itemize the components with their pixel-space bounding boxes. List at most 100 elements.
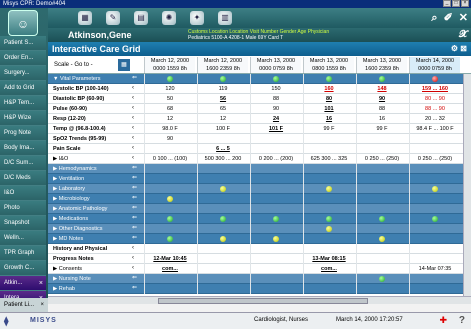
sidebar-item[interactable]: Growth C... [0, 261, 46, 276]
grid-cell[interactable]: 99 F [303, 124, 354, 134]
grid-cell[interactable]: 88 ... 90 [409, 104, 460, 114]
grid-cell[interactable] [197, 264, 248, 274]
grid-cell[interactable]: 120 [144, 84, 195, 94]
grid-section-row[interactable]: ▶ Ventilation ⇐ [48, 174, 463, 184]
grid-cell[interactable]: 625 300 ... 325 [303, 154, 354, 164]
grid-cell[interactable] [197, 284, 248, 294]
row-collapse-icon[interactable]: ⇐ [132, 195, 144, 201]
grid-cell[interactable]: 90 [250, 104, 301, 114]
green-status-dot-icon[interactable] [325, 216, 332, 222]
grid-cell[interactable]: 90 [144, 134, 195, 144]
grid-cell[interactable] [409, 234, 460, 244]
sidebar-item[interactable]: D/C Meds [0, 171, 46, 186]
grid-cell[interactable] [303, 284, 354, 294]
grid-cell[interactable] [356, 254, 407, 264]
grid-cell[interactable] [303, 144, 354, 154]
green-status-dot-icon[interactable] [166, 76, 173, 82]
grid-cell[interactable]: 148 [356, 84, 407, 94]
grid-cell[interactable] [409, 224, 460, 234]
row-collapse-icon[interactable]: ⇐ [132, 165, 144, 171]
grid-cell[interactable] [250, 174, 301, 184]
grid-cell[interactable] [409, 284, 460, 294]
grid-cell[interactable] [356, 164, 407, 174]
grid-cell[interactable]: 16 [356, 114, 407, 124]
row-collapse-icon[interactable]: ⇐ [132, 215, 144, 221]
green-status-dot-icon[interactable] [378, 76, 385, 82]
settings-icon[interactable]: ⚙ [451, 44, 458, 53]
row-collapse-icon[interactable]: ‹ [132, 95, 144, 101]
sidebar-item[interactable]: Atkin... × [0, 276, 46, 291]
grid-data-row[interactable]: Progress Notes ‹ 12-Mar 10:45 com... 13-Mar… [48, 254, 463, 272]
grid-cell[interactable] [250, 144, 301, 154]
column-header[interactable]: March 12, 2000 0000 1559 8h [144, 57, 195, 73]
grid-cell[interactable] [409, 144, 460, 154]
close-icon[interactable]: ⊠ [460, 44, 467, 53]
grid-data-row[interactable]: Pulse (60-90) ‹ 68 65 90 101 88 88 ... 90 [48, 104, 463, 114]
grid-cell[interactable] [303, 174, 354, 184]
yellow-status-dot-icon[interactable] [431, 186, 438, 192]
grid-cell[interactable] [303, 134, 354, 144]
column-header[interactable]: March 14, 2000 0000 0759 8h [409, 57, 460, 73]
grid-cell[interactable]: 101 F [250, 124, 301, 134]
sidebar-item[interactable]: Order En... [0, 51, 46, 66]
green-status-dot-icon[interactable] [325, 76, 332, 82]
grid-cell[interactable] [144, 264, 195, 274]
grid-cell[interactable]: 16 [303, 114, 354, 124]
grid-cell[interactable]: 101 [303, 104, 354, 114]
grid-cell[interactable]: 0 250 ... (250) [356, 154, 407, 164]
alert-icon[interactable]: ✚ [439, 315, 447, 326]
grid-cell[interactable] [144, 284, 195, 294]
yellow-status-dot-icon[interactable] [378, 236, 385, 242]
grid-cell[interactable]: 6 ... 5 [197, 144, 248, 154]
grid-data-row[interactable]: ▶ I&O ‹ 0 100 ... (100) 500 300 ... 200 0 20… [48, 154, 463, 164]
grid-cell[interactable] [144, 174, 195, 184]
grid-data-row[interactable]: Systolic BP (100-140) ‹ 120 119 150 160 148 159… [48, 84, 463, 94]
grid-cell[interactable]: 80 [303, 94, 354, 104]
grid-cell[interactable] [144, 244, 195, 254]
grid-cell[interactable] [356, 264, 407, 274]
yellow-status-dot-icon[interactable] [219, 186, 226, 192]
grid-cell[interactable] [197, 274, 248, 284]
column-header[interactable]: March 12, 2000 1600 2359 8h [197, 57, 248, 73]
grid-cell[interactable] [303, 234, 354, 244]
grid-cell[interactable] [250, 164, 301, 174]
grid-cell[interactable]: 12 [144, 114, 195, 124]
grid-cell[interactable]: 24 [250, 114, 301, 124]
grid-cell[interactable]: 13-Mar 08:15 com... [303, 254, 354, 272]
grid-cell[interactable] [250, 194, 301, 204]
grid-data-row[interactable]: SpO2 Trends (95-99) ‹ 90 [48, 134, 463, 144]
grid-cell[interactable]: 68 [144, 104, 195, 114]
grid-cell[interactable] [409, 204, 460, 214]
grid-cell[interactable] [356, 244, 407, 254]
sidebar-item[interactable]: Add to Grid [0, 81, 46, 96]
grid-cell[interactable]: 88 [356, 104, 407, 114]
patient-list-button[interactable]: Patient Li... × [0, 298, 48, 312]
grid-cell[interactable] [250, 284, 301, 294]
grid-cell[interactable] [250, 264, 301, 274]
grid-section-row[interactable]: ▶ MD Notes ⇐ [48, 234, 463, 244]
yellow-status-dot-icon[interactable] [219, 236, 226, 242]
grid-cell[interactable] [250, 134, 301, 144]
grid-cell[interactable] [409, 254, 460, 264]
grid-cell[interactable]: 90 [356, 94, 407, 104]
book-icon[interactable]: ▥ [218, 11, 232, 25]
grid-cell[interactable] [250, 244, 301, 254]
yellow-status-dot-icon[interactable] [325, 186, 332, 192]
row-collapse-icon[interactable]: ⇐ [132, 235, 144, 241]
grid-section-row[interactable]: ▶ Microbiology ⇐ [48, 194, 463, 204]
grid-cell[interactable] [356, 184, 407, 194]
alert-icon[interactable]: ✦ [190, 11, 204, 25]
grid-cell[interactable] [144, 224, 195, 234]
grid-cell[interactable]: 98.4 F ... 100 F [409, 124, 460, 134]
sidebar-item[interactable]: Snapshot [0, 216, 46, 231]
grid-cell[interactable] [197, 164, 248, 174]
grid-cell[interactable] [303, 264, 354, 274]
row-collapse-icon[interactable]: ‹ [132, 265, 144, 271]
row-collapse-icon[interactable]: ‹ [132, 125, 144, 131]
green-status-dot-icon[interactable] [272, 76, 279, 82]
maximize-icon[interactable]: □ [452, 0, 460, 7]
grid-section-row[interactable]: ▶ Medications ⇐ [48, 214, 463, 224]
yellow-status-dot-icon[interactable] [166, 196, 173, 202]
grid-cell[interactable] [144, 184, 195, 194]
sidebar-item[interactable]: Body Ima... [0, 141, 46, 156]
